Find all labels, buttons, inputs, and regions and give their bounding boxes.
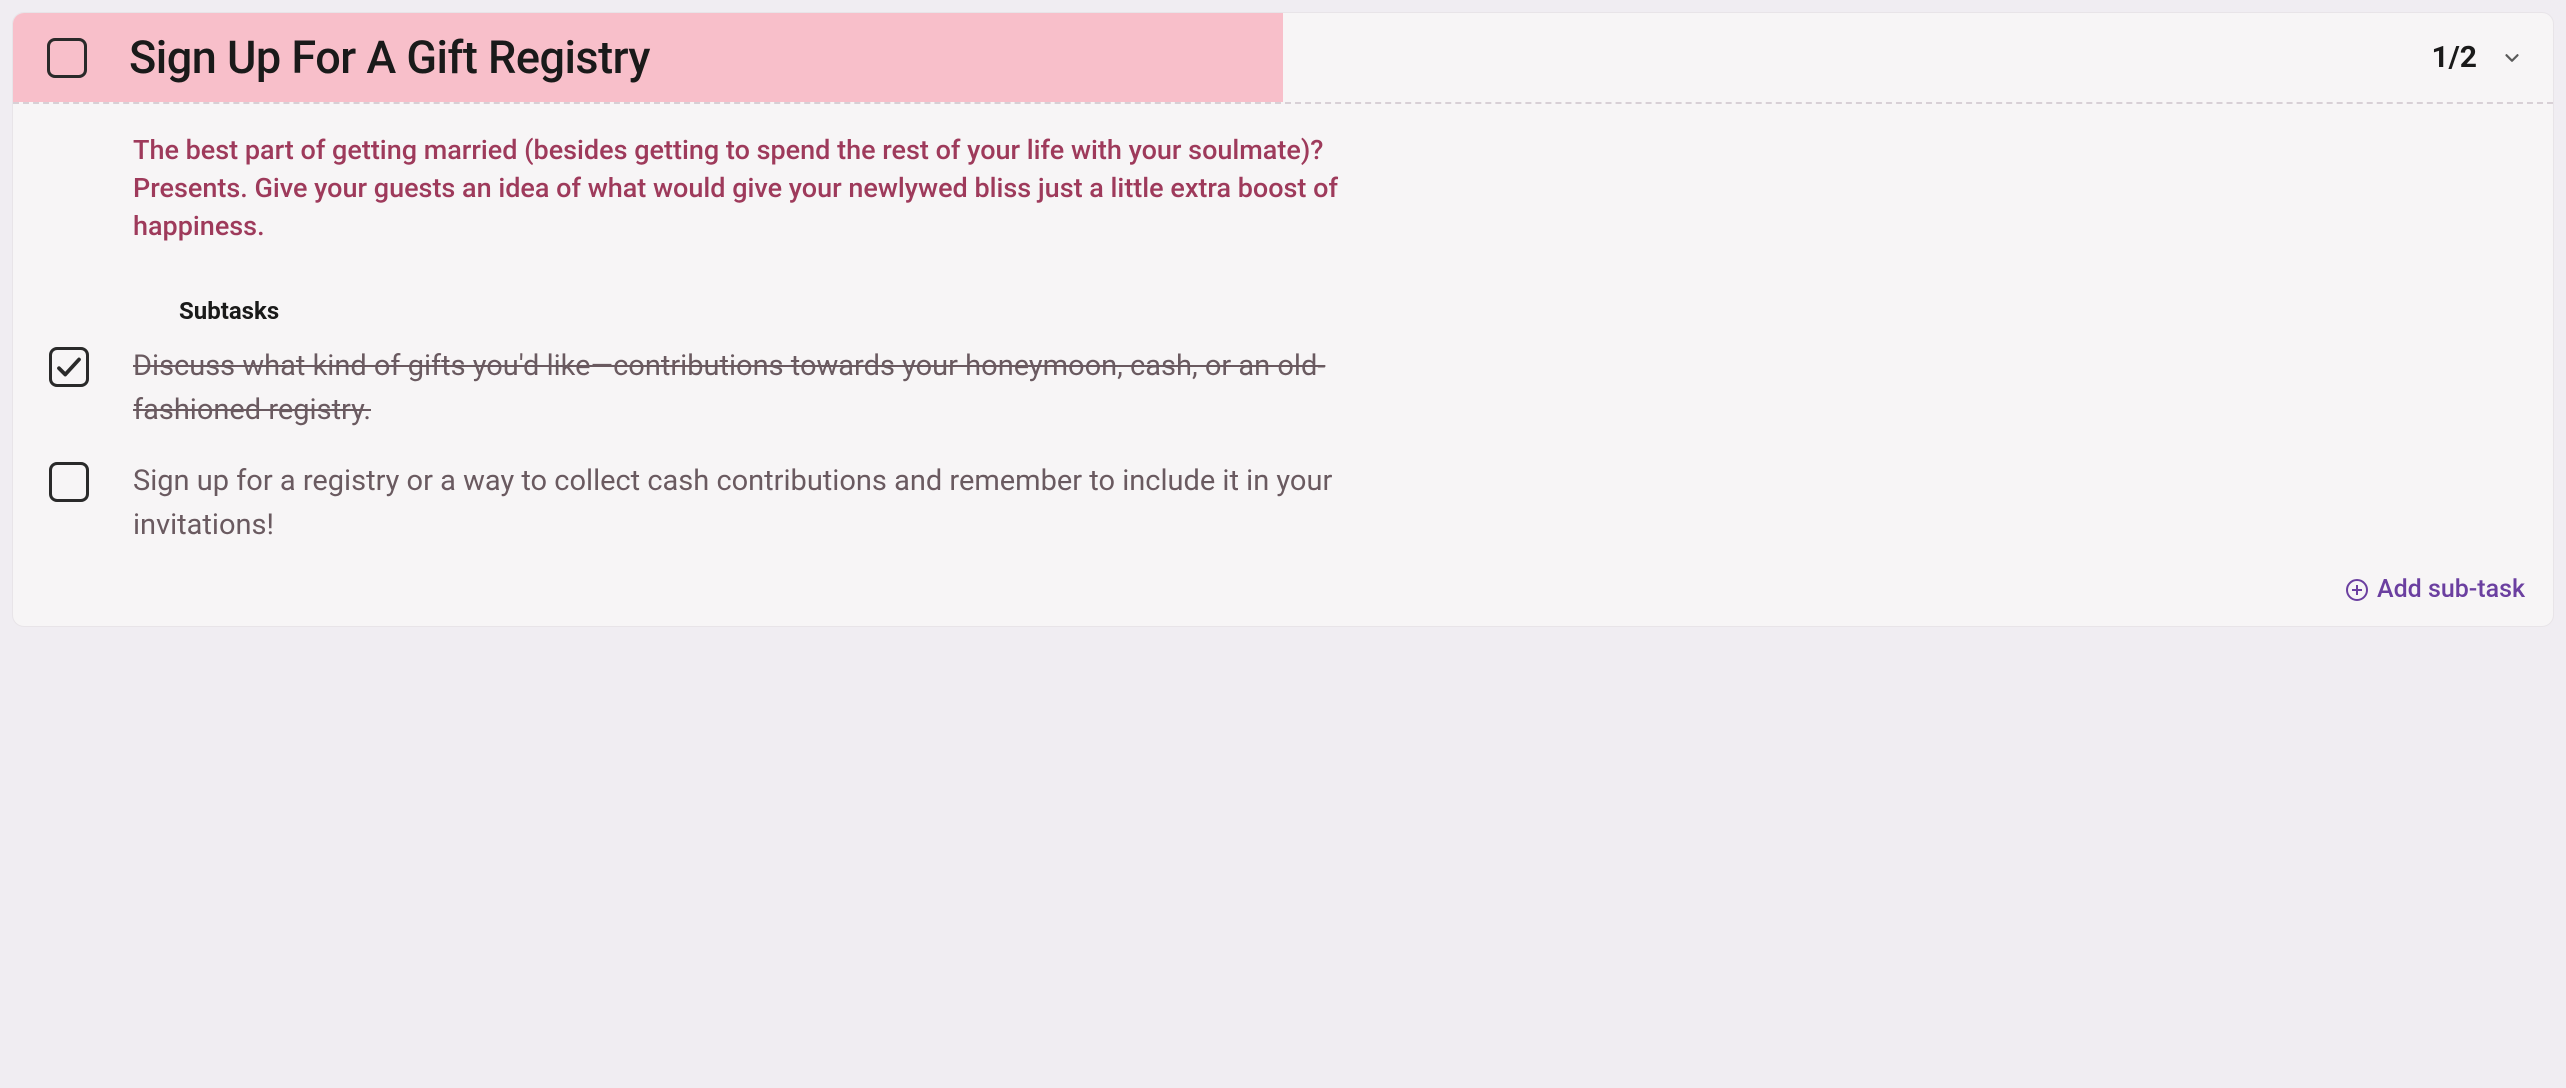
subtask-text[interactable]: Discuss what kind of gifts you'd like—co… [133, 345, 1413, 432]
subtask-text[interactable]: Sign up for a registry or a way to colle… [133, 460, 1413, 547]
task-card: Sign Up For A Gift Registry 1/2 The best… [12, 12, 2554, 627]
task-description: The best part of getting married (beside… [133, 132, 1363, 245]
subtask-checkbox[interactable] [49, 347, 89, 387]
add-subtask-label: Add sub-task [2377, 575, 2525, 604]
subtasks-section: Subtasks Discuss what kind of gifts you'… [133, 297, 2525, 604]
progress-count: 1/2 [2431, 40, 2477, 75]
task-checkbox[interactable] [47, 38, 87, 78]
plus-circle-icon [2345, 578, 2369, 602]
task-title[interactable]: Sign Up For A Gift Registry [129, 31, 2431, 84]
chevron-down-icon[interactable] [2499, 45, 2525, 71]
subtasks-label: Subtasks [179, 297, 2525, 325]
task-body: The best part of getting married (beside… [13, 104, 2553, 626]
task-header: Sign Up For A Gift Registry 1/2 [13, 13, 2553, 104]
subtask-checkbox[interactable] [49, 462, 89, 502]
subtask-row: Discuss what kind of gifts you'd like—co… [49, 345, 2525, 432]
subtask-row: Sign up for a registry or a way to colle… [49, 460, 2525, 547]
add-subtask-button[interactable]: Add sub-task [133, 575, 2525, 604]
